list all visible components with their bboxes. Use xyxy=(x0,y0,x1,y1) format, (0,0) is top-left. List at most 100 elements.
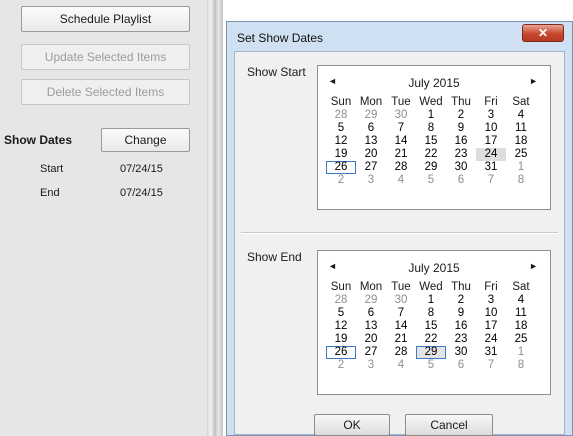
calendar-month-title[interactable]: July 2015 xyxy=(318,76,550,90)
calendar-day[interactable]: 6 xyxy=(446,359,476,372)
update-selected-items-button[interactable]: Update Selected Items xyxy=(21,44,190,70)
calendar-day[interactable]: 12 xyxy=(326,135,356,148)
calendar-day[interactable]: 24 xyxy=(476,333,506,346)
show-start-calendar[interactable]: ◄ July 2015 ► Sun Mon Tue Wed Thu Fri Sat 28 29 3… xyxy=(317,65,551,210)
calendar-day[interactable]: 31 xyxy=(476,346,506,359)
calendar-day[interactable]: 19 xyxy=(326,333,356,346)
calendar-day[interactable]: 13 xyxy=(356,320,386,333)
calendar-day[interactable]: 4 xyxy=(506,109,536,122)
calendar-day[interactable]: 2 xyxy=(446,109,476,122)
calendar-day[interactable]: 3 xyxy=(476,294,506,307)
calendar-day[interactable]: 10 xyxy=(476,307,506,320)
calendar-day[interactable]: 16 xyxy=(446,320,476,333)
change-dates-button[interactable]: Change xyxy=(101,128,190,152)
calendar-day[interactable]: 19 xyxy=(326,148,356,161)
calendar-day[interactable]: 2 xyxy=(446,294,476,307)
dialog-titlebar[interactable]: Set Show Dates ✕ xyxy=(227,22,572,50)
calendar-day[interactable]: 4 xyxy=(386,174,416,187)
calendar-day[interactable]: 23 xyxy=(446,333,476,346)
calendar-day[interactable]: 29 xyxy=(356,109,386,122)
calendar-day[interactable]: 30 xyxy=(386,109,416,122)
calendar-day[interactable]: 14 xyxy=(386,135,416,148)
calendar-day[interactable]: 8 xyxy=(506,174,536,187)
calendar-day[interactable]: 1 xyxy=(506,161,536,174)
calendar-day[interactable]: 26 xyxy=(326,346,356,359)
schedule-playlist-button[interactable]: Schedule Playlist xyxy=(21,6,190,32)
calendar-day[interactable]: 28 xyxy=(386,346,416,359)
calendar-month-title[interactable]: July 2015 xyxy=(318,261,550,275)
calendar-day[interactable]: 2 xyxy=(326,359,356,372)
calendar-day[interactable]: 5 xyxy=(326,122,356,135)
calendar-day[interactable]: 30 xyxy=(446,346,476,359)
next-month-icon[interactable]: ► xyxy=(529,261,538,271)
calendar-day[interactable]: 30 xyxy=(446,161,476,174)
ok-button[interactable]: OK xyxy=(314,414,390,436)
calendar-day[interactable]: 22 xyxy=(416,148,446,161)
calendar-day[interactable]: 3 xyxy=(356,359,386,372)
calendar-day[interactable]: 22 xyxy=(416,333,446,346)
calendar-day[interactable]: 28 xyxy=(326,294,356,307)
calendar-day[interactable]: 18 xyxy=(506,320,536,333)
calendar-day[interactable]: 15 xyxy=(416,320,446,333)
calendar-day[interactable]: 25 xyxy=(506,148,536,161)
calendar-day[interactable]: 12 xyxy=(326,320,356,333)
calendar-day[interactable]: 31 xyxy=(476,161,506,174)
calendar-day[interactable]: 8 xyxy=(506,359,536,372)
calendar-day[interactable]: 20 xyxy=(356,148,386,161)
calendar-day[interactable]: 23 xyxy=(446,148,476,161)
calendar-day[interactable]: 1 xyxy=(416,294,446,307)
calendar-day[interactable]: 28 xyxy=(326,109,356,122)
calendar-day[interactable]: 6 xyxy=(446,174,476,187)
calendar-day[interactable]: 17 xyxy=(476,135,506,148)
calendar-day[interactable]: 14 xyxy=(386,320,416,333)
cancel-button[interactable]: Cancel xyxy=(405,414,493,436)
calendar-day[interactable]: 5 xyxy=(326,307,356,320)
calendar-day[interactable]: 26 xyxy=(326,161,356,174)
calendar-day[interactable]: 24 xyxy=(476,148,506,161)
calendar-day[interactable]: 11 xyxy=(506,122,536,135)
calendar-day[interactable]: 3 xyxy=(476,109,506,122)
calendar-day[interactable]: 18 xyxy=(506,135,536,148)
calendar-day[interactable]: 5 xyxy=(416,359,446,372)
show-end-calendar[interactable]: ◄ July 2015 ► Sun Mon Tue Wed Thu Fri Sat 28 29 3… xyxy=(317,250,551,395)
calendar-day[interactable]: 9 xyxy=(446,307,476,320)
calendar-day[interactable]: 13 xyxy=(356,135,386,148)
calendar-day[interactable]: 7 xyxy=(386,122,416,135)
calendar-day[interactable]: 27 xyxy=(356,161,386,174)
delete-selected-items-button[interactable]: Delete Selected Items xyxy=(21,79,190,105)
calendar-day[interactable]: 17 xyxy=(476,320,506,333)
calendar-day[interactable]: 7 xyxy=(386,307,416,320)
calendar-day[interactable]: 7 xyxy=(476,174,506,187)
calendar-day[interactable]: 8 xyxy=(416,122,446,135)
calendar-day[interactable]: 15 xyxy=(416,135,446,148)
calendar-day[interactable]: 9 xyxy=(446,122,476,135)
calendar-day[interactable]: 29 xyxy=(416,161,446,174)
calendar-day[interactable]: 11 xyxy=(506,307,536,320)
calendar-day[interactable]: 21 xyxy=(386,148,416,161)
calendar-day[interactable]: 6 xyxy=(356,122,386,135)
calendar-day[interactable]: 4 xyxy=(386,359,416,372)
calendar-day[interactable]: 29 xyxy=(416,346,446,359)
calendar-day[interactable]: 1 xyxy=(506,346,536,359)
calendar-day[interactable]: 7 xyxy=(476,359,506,372)
calendar-day[interactable]: 2 xyxy=(326,174,356,187)
calendar-day[interactable]: 10 xyxy=(476,122,506,135)
next-month-icon[interactable]: ► xyxy=(529,76,538,86)
close-icon[interactable]: ✕ xyxy=(522,24,564,42)
calendar-day[interactable]: 5 xyxy=(416,174,446,187)
calendar-day[interactable]: 16 xyxy=(446,135,476,148)
calendar-day[interactable]: 6 xyxy=(356,307,386,320)
calendar-day[interactable]: 4 xyxy=(506,294,536,307)
panel-splitter[interactable] xyxy=(207,0,223,436)
calendar-day[interactable]: 30 xyxy=(386,294,416,307)
calendar-day[interactable]: 3 xyxy=(356,174,386,187)
calendar-day[interactable]: 1 xyxy=(416,109,446,122)
calendar-day[interactable]: 28 xyxy=(386,161,416,174)
calendar-day[interactable]: 25 xyxy=(506,333,536,346)
calendar-day[interactable]: 21 xyxy=(386,333,416,346)
calendar-day[interactable]: 8 xyxy=(416,307,446,320)
calendar-day[interactable]: 20 xyxy=(356,333,386,346)
weekday-header: Fri xyxy=(484,96,498,108)
calendar-day[interactable]: 29 xyxy=(356,294,386,307)
calendar-day[interactable]: 27 xyxy=(356,346,386,359)
